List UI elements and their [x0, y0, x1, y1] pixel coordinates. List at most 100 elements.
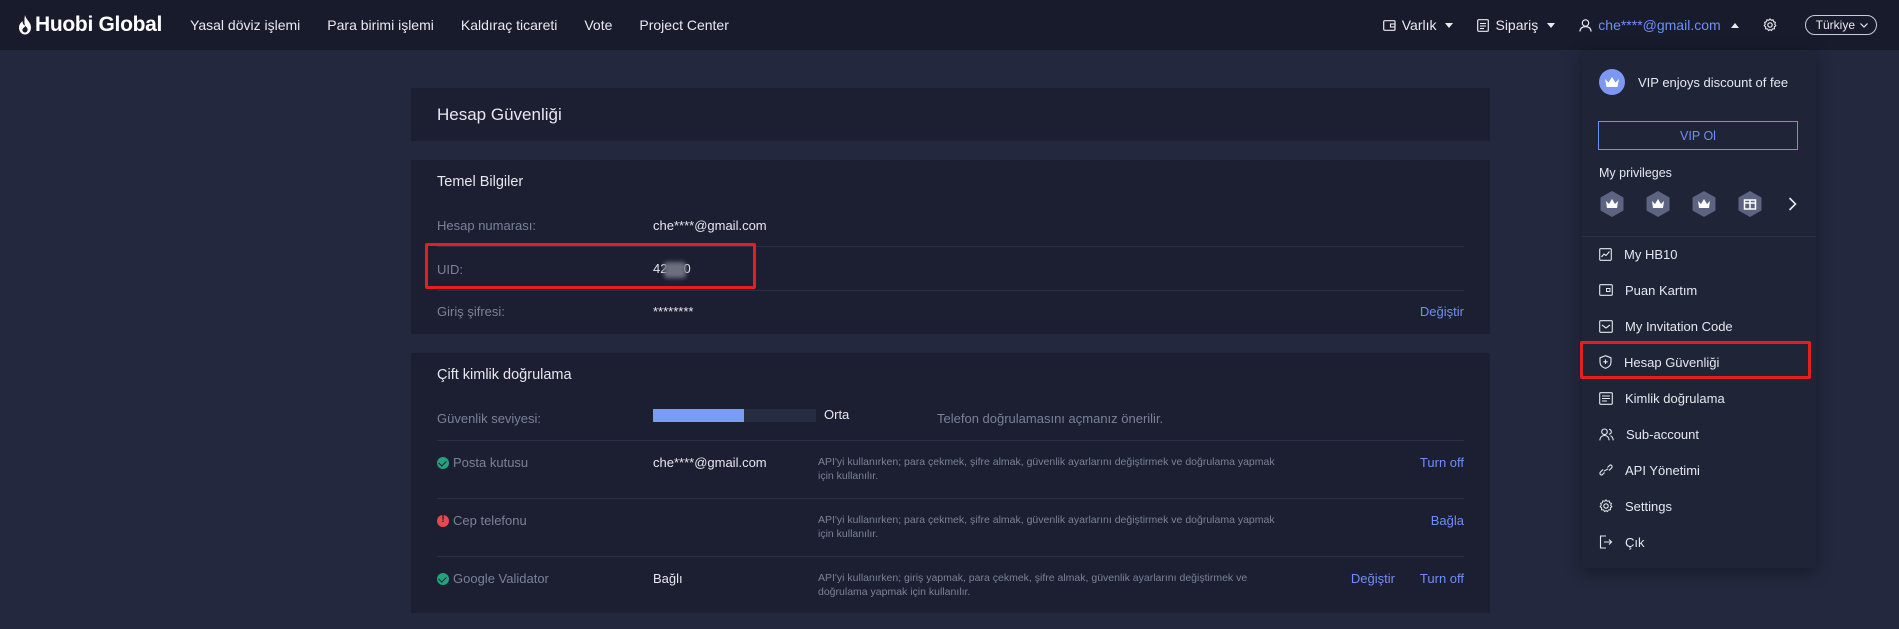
email-description: API'yi kullanırken; para çekmek, şifre a…	[818, 456, 1275, 482]
menu-item-logout[interactable]: Çık	[1582, 524, 1816, 560]
phone-row: Cep telefonu API'yi kullanırken; para çe…	[437, 499, 1464, 557]
page-title-panel: Hesap Güvenliği	[411, 88, 1490, 141]
wallet-icon	[1382, 20, 1396, 31]
become-vip-button[interactable]: VIP Ol	[1598, 121, 1798, 150]
nav-vote[interactable]: Vote	[584, 17, 612, 33]
privileges-title: My privileges	[1599, 166, 1672, 180]
settings-button[interactable]	[1763, 18, 1783, 32]
assets-menu[interactable]: Varlık	[1382, 17, 1454, 33]
email-label-text: Posta kutusu	[453, 455, 529, 470]
security-level-text: Orta	[824, 407, 850, 422]
menu-item-api-management[interactable]: API Yönetimi	[1582, 452, 1816, 488]
orders-menu[interactable]: Sipariş	[1477, 17, 1556, 33]
chevron-down-icon	[1547, 22, 1556, 28]
user-dropdown-menu: VIP enjoys discount of fee VIP Ol My pri…	[1582, 50, 1816, 568]
menu-item-label: Kimlik doğrulama	[1625, 390, 1725, 406]
envelope-icon	[1599, 319, 1613, 333]
login-password-value: ********	[653, 304, 694, 319]
change-password-link[interactable]: Değiştir	[1420, 304, 1464, 319]
email-label: Posta kutusu	[437, 455, 528, 470]
menu-item-settings[interactable]: Settings	[1582, 488, 1816, 524]
account-number-value: che****@gmail.com	[653, 218, 767, 233]
user-menu[interactable]: che****@gmail.com	[1579, 17, 1739, 33]
uid-highlight-box	[425, 243, 756, 289]
nav-project-center[interactable]: Project Center	[639, 17, 728, 33]
nav-fiat-trading[interactable]: Yasal döviz işlemi	[190, 17, 300, 33]
section-title-two-factor: Çift kimlik doğrulama	[437, 367, 572, 383]
assets-label: Varlık	[1401, 17, 1437, 33]
email-value: che****@gmail.com	[653, 455, 767, 470]
menu-item-label: Puan Kartım	[1625, 282, 1698, 298]
login-password-row: Giriş şifresi: ******** Değiştir	[437, 291, 1464, 334]
menu-item-points-card[interactable]: Puan Kartım	[1582, 272, 1816, 308]
user-icon	[1579, 18, 1593, 32]
google-validator-row: Google Validator Bağlı API'yi kullanırke…	[437, 557, 1464, 613]
logout-icon	[1599, 535, 1613, 549]
link-icon	[1599, 464, 1613, 476]
language-label: Türkiye	[1815, 18, 1855, 32]
google-validator-label: Google Validator	[437, 571, 549, 586]
phone-label-text: Cep telefonu	[453, 513, 527, 528]
page-title: Hesap Güvenliği	[437, 105, 562, 124]
chevron-down-icon	[1445, 22, 1454, 28]
privilege-crown-icon[interactable]	[1690, 190, 1718, 218]
top-navigation-bar: Huobi Global Yasal döviz işlemi Para bir…	[0, 0, 1899, 50]
phone-bind-link[interactable]: Bağla	[1431, 513, 1464, 528]
section-title-basic-info: Temel Bilgiler	[437, 174, 524, 190]
nav-margin[interactable]: Kaldıraç ticareti	[461, 17, 557, 33]
privileges-icons	[1598, 190, 1797, 218]
chevron-up-icon	[1730, 22, 1739, 28]
menu-item-label: Sub-account	[1626, 426, 1699, 442]
google-validator-label-text: Google Validator	[453, 571, 549, 586]
google-change-link[interactable]: Değiştir	[1351, 571, 1395, 586]
vip-promo: VIP enjoys discount of fee	[1599, 69, 1788, 95]
gear-icon	[1599, 499, 1613, 513]
privilege-gift-icon[interactable]	[1736, 190, 1764, 218]
menu-highlight-box	[1580, 341, 1811, 379]
two-factor-panel: Çift kimlik doğrulama Güvenlik seviyesi:…	[411, 353, 1490, 613]
menu-item-label: My HB10	[1624, 246, 1678, 262]
document-icon	[1477, 18, 1490, 32]
huobi-logo[interactable]: Huobi Global	[18, 13, 162, 37]
menu-item-sub-account[interactable]: Sub-account	[1582, 416, 1816, 452]
privilege-crown-icon[interactable]	[1598, 190, 1626, 218]
security-hint: Telefon doğrulamasını açmanız önerilir.	[937, 411, 1164, 426]
menu-item-my-hb10[interactable]: My HB10	[1582, 236, 1816, 272]
email-turn-off-link[interactable]: Turn off	[1420, 455, 1464, 470]
menu-item-invitation-code[interactable]: My Invitation Code	[1582, 308, 1816, 344]
menu-item-identity-verification[interactable]: Kimlik doğrulama	[1582, 380, 1816, 416]
chevron-right-icon[interactable]	[1788, 197, 1797, 211]
nav-exchange[interactable]: Para birimi işlemi	[327, 17, 434, 33]
gear-icon	[1763, 18, 1777, 32]
menu-item-label: Çık	[1625, 534, 1645, 550]
check-circle-icon	[437, 572, 449, 585]
google-turn-off-link[interactable]: Turn off	[1420, 571, 1464, 586]
user-email: che****@gmail.com	[1598, 17, 1721, 33]
flame-icon	[19, 15, 31, 35]
security-level-fill	[653, 409, 745, 422]
security-level-row: Güvenlik seviyesi: Orta Telefon doğrulam…	[437, 395, 1464, 441]
id-card-icon	[1599, 391, 1613, 405]
vip-promo-text: VIP enjoys discount of fee	[1638, 74, 1789, 90]
security-level-label: Güvenlik seviyesi:	[437, 411, 542, 426]
menu-item-label: Settings	[1625, 498, 1672, 514]
chart-icon	[1599, 247, 1612, 261]
google-validator-value: Bağlı	[653, 571, 683, 586]
phone-label: Cep telefonu	[437, 513, 527, 528]
users-icon	[1599, 427, 1614, 440]
chevron-down-icon	[1860, 22, 1868, 28]
phone-description: API'yi kullanırken; para çekmek, şifre a…	[818, 514, 1275, 540]
login-password-label: Giriş şifresi:	[437, 304, 505, 319]
language-selector[interactable]: Türkiye	[1804, 15, 1877, 35]
warning-circle-icon	[437, 514, 449, 527]
security-level-bar	[653, 409, 816, 422]
nav-right-group: Varlık Sipariş che****@gmail.com Türkiye	[1382, 0, 1899, 50]
account-number-row: Hesap numarası: che****@gmail.com	[437, 203, 1464, 247]
vip-crown-icon	[1599, 69, 1625, 95]
privilege-crown-icon[interactable]	[1644, 190, 1672, 218]
account-number-label: Hesap numarası:	[437, 218, 536, 233]
google-validator-description: API'yi kullanırken; giriş yapmak, para ç…	[818, 572, 1248, 598]
menu-item-label: My Invitation Code	[1625, 318, 1733, 334]
orders-label: Sipariş	[1495, 17, 1539, 33]
email-row: Posta kutusu che****@gmail.com API'yi ku…	[437, 441, 1464, 499]
